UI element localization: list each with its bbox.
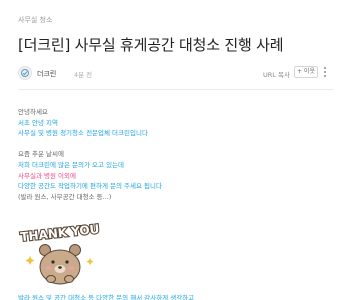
body-line: 발라 원스 및 공간 대청소 등 다양한 문의 해서 감사하게 생각하고 bbox=[18, 294, 195, 300]
body-line: 요즘 추운 날씨에 bbox=[18, 150, 64, 159]
avatar-icon bbox=[21, 69, 29, 77]
body-line: 안녕하세요 bbox=[18, 108, 48, 116]
post-category[interactable]: 사무실 청소 bbox=[18, 15, 52, 25]
url-copy-button[interactable]: URL 복사 bbox=[263, 69, 290, 79]
more-options-icon[interactable] bbox=[323, 67, 327, 79]
body-line: 사무실 및 병원 정기청소 전문업체 더크린입니다 bbox=[18, 129, 148, 138]
add-neighbor-button[interactable]: + 이웃 bbox=[294, 66, 318, 78]
sparkle-icon bbox=[25, 256, 35, 265]
body-line: 저희 더크린에 많은 문의가 오고 있는데 bbox=[18, 160, 125, 169]
thank-you-bear-sticker: THANK YOU bbox=[19, 221, 101, 285]
blog-post: 사무실 청소 [더크린] 사무실 휴게공간 대청소 진행 사례 더크린 4분 전… bbox=[0, 0, 350, 300]
body-line: 사무실과 병원 이외에 bbox=[18, 171, 76, 180]
sticker-text: THANK YOU bbox=[20, 222, 100, 244]
sparkle-icon bbox=[86, 258, 94, 266]
body-line: 서초 안녕 지역 bbox=[18, 118, 59, 127]
avatar[interactable] bbox=[18, 66, 32, 80]
divider bbox=[18, 89, 334, 90]
author-row: 더크린 4분 전 URL 복사 + 이웃 bbox=[18, 64, 334, 84]
author-name[interactable]: 더크린 bbox=[37, 69, 56, 79]
body-line: 다양한 공간도 작업하기에 편하게 문의 주세요 됩니다 bbox=[18, 182, 162, 191]
post-time: 4분 전 bbox=[74, 71, 93, 79]
post-title: [더크린] 사무실 휴게공간 대청소 진행 사례 bbox=[18, 36, 284, 54]
post-body: 안녕하세요 서초 안녕 지역 사무실 및 병원 정기청소 전문업체 더크린입니다… bbox=[18, 107, 334, 202]
body-line: (발라 원스, 사무공간 대청소 등...) bbox=[18, 192, 112, 201]
